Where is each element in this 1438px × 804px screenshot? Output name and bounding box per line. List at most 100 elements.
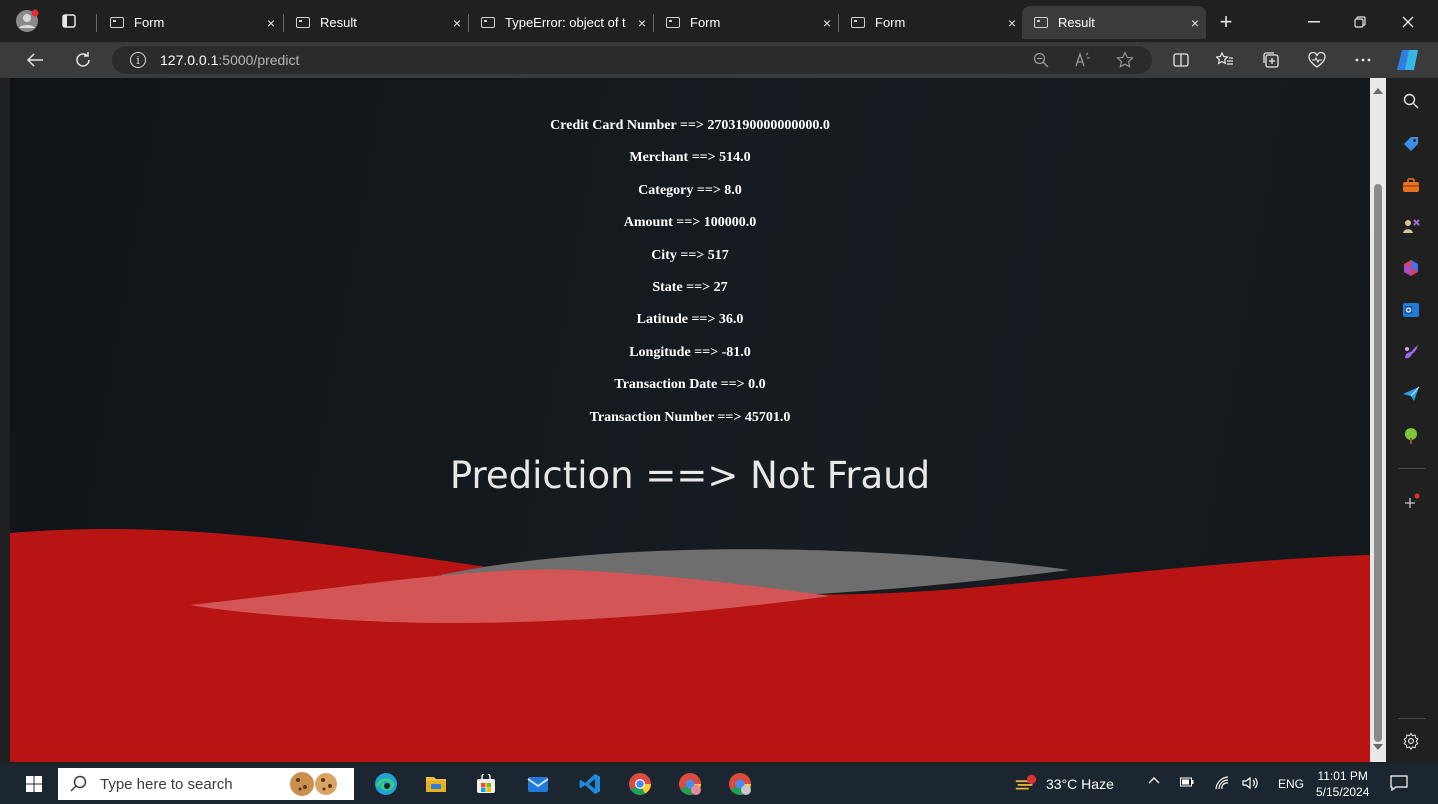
tab-label: Form [134,15,165,30]
page-icon [110,17,124,28]
edge-sidebar [1386,78,1438,762]
file-explorer-icon[interactable] [424,772,448,796]
address-bar: i 127.0.0.1:5000/predict [0,42,1438,78]
input-fields-list: Credit Card Number ==> 2703190000000000.… [10,116,1370,440]
new-tab-button[interactable]: + [1214,9,1238,34]
taskbar-search-input[interactable]: Type here to search [58,768,354,800]
page-icon [481,17,495,28]
windows-taskbar: Type here to search 33°C Haze ENG 11:01 … [0,764,1438,804]
tab-bar: Form × Result × TypeError: object of t ×… [0,0,1438,42]
battery-icon[interactable] [1180,777,1194,787]
minimize-icon[interactable] [1300,10,1328,34]
outlook-icon[interactable] [1400,299,1422,321]
microsoft-365-icon[interactable] [1400,257,1422,279]
restore-icon[interactable] [1346,10,1374,34]
scroll-down-arrow[interactable] [1373,744,1383,750]
chrome-profile-icon-2[interactable] [728,772,752,796]
more-options-icon[interactable] [1352,49,1374,71]
chrome-profile-icon-1[interactable] [678,772,702,796]
copilot-icon[interactable] [1394,46,1422,74]
tab-label: Form [875,15,906,30]
field-transaction-number: Transaction Number ==> 45701.0 [589,409,791,425]
page-icon [666,17,680,28]
clock[interactable]: 11:01 PM 5/15/2024 [1316,768,1369,800]
add-icon[interactable] [1400,492,1422,514]
tab-actions-icon[interactable] [58,10,80,32]
sidebar-divider [1398,468,1426,469]
search-icon [70,775,88,793]
favorites-icon[interactable] [1214,49,1236,71]
close-icon[interactable]: × [816,15,838,31]
tab-label: TypeError: object of t [505,15,626,30]
page-icon [1034,17,1048,28]
clock-date: 5/15/2024 [1316,785,1370,799]
site-info-icon[interactable]: i [130,52,146,68]
vscode-icon[interactable] [578,772,602,796]
field-transaction-date: Transaction Date ==> 0.0 [614,377,766,393]
refresh-icon[interactable] [70,48,96,72]
games-icon[interactable] [1400,215,1422,237]
close-icon[interactable]: × [1001,15,1023,31]
result-page: Credit Card Number ==> 2703190000000000.… [10,78,1370,762]
chevron-up-icon[interactable] [1148,776,1160,784]
close-icon[interactable]: × [446,15,468,31]
tab-form-1[interactable]: Form × [98,6,282,39]
notification-icon[interactable] [1390,775,1408,791]
collections-icon[interactable] [1260,49,1282,71]
tab-result-active[interactable]: Result × [1022,6,1206,39]
toolbox-icon[interactable] [1400,174,1422,196]
speaker-icon[interactable] [1242,776,1260,790]
tab-label: Result [1058,15,1095,30]
prediction-result: Prediction ==> Not Fraud [449,454,931,497]
field-category: Category ==> 8.0 [638,182,742,198]
field-city: City ==> 517 [651,247,729,263]
profile-icon[interactable] [14,8,40,34]
scroll-thumb[interactable] [1374,184,1382,742]
edge-browser-icon[interactable] [374,772,398,796]
chrome-icon[interactable] [628,772,652,796]
tab-typeerror[interactable]: TypeError: object of t × [469,6,653,39]
weather-text[interactable]: 33°C Haze [1046,776,1114,792]
back-icon[interactable] [22,48,48,72]
microsoft-store-icon[interactable] [474,772,498,796]
zoom-icon[interactable] [1030,49,1052,71]
favorite-star-icon[interactable] [1114,49,1136,71]
field-credit-card-number: Credit Card Number ==> 2703190000000000.… [550,118,830,133]
tab-label: Form [690,15,721,30]
read-aloud-icon[interactable] [1072,49,1094,71]
close-window-icon[interactable] [1394,10,1422,34]
field-merchant: Merchant ==> 514.0 [629,150,751,166]
tree-icon[interactable] [1400,425,1422,447]
field-state: State ==> 27 [652,279,728,295]
scroll-up-arrow[interactable] [1373,88,1383,94]
sidebar-divider [1398,718,1426,719]
close-icon[interactable]: × [260,15,282,31]
close-icon[interactable]: × [1184,15,1206,31]
mail-icon[interactable] [526,772,550,796]
tab-result-1[interactable]: Result × [284,6,468,39]
tab-form-2[interactable]: Form × [654,6,838,39]
field-amount: Amount ==> 100000.0 [623,215,757,231]
close-icon[interactable]: × [631,15,653,31]
search-icon[interactable] [1400,90,1422,112]
tab-label: Result [320,15,357,30]
tab-form-3[interactable]: Form × [839,6,1023,39]
language-indicator[interactable]: ENG [1278,777,1304,791]
wifi-icon[interactable] [1214,776,1230,790]
windows-start-icon[interactable] [22,772,46,796]
search-placeholder: Type here to search [100,775,233,793]
send-icon[interactable] [1400,383,1422,405]
weather-icon[interactable] [1014,772,1038,796]
settings-gear-icon[interactable] [1400,730,1422,752]
tab-separator [96,14,97,32]
page-icon [851,17,865,28]
clock-time: 11:01 PM [1317,769,1368,783]
url-field[interactable]: i 127.0.0.1:5000/predict [112,46,1152,74]
cookies-icon [286,770,342,798]
browser-essentials-icon[interactable] [1306,49,1328,71]
url-path: :5000/predict [218,52,300,68]
page-scrollbar[interactable] [1370,78,1386,762]
shopping-tag-icon[interactable] [1400,133,1422,155]
designer-icon[interactable] [1400,341,1422,363]
split-screen-icon[interactable] [1170,49,1192,71]
